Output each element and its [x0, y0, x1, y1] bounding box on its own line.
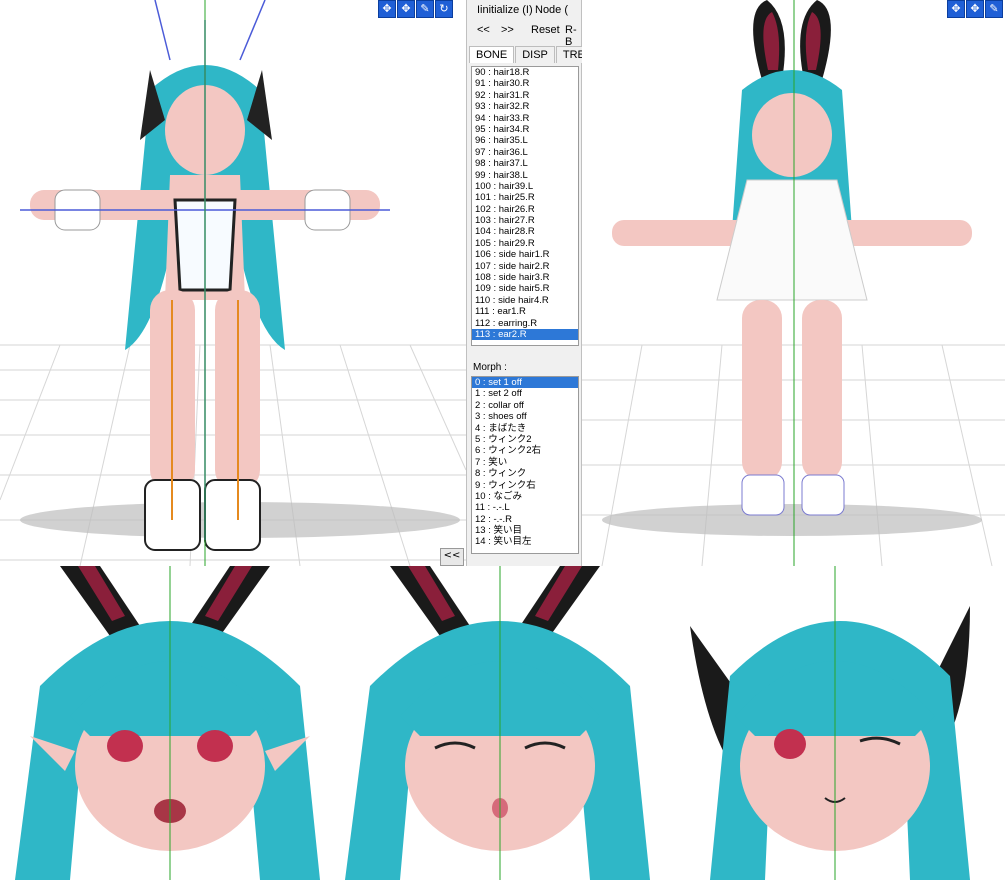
morph-list-item[interactable]: 1 : set 2 off: [472, 388, 578, 399]
move-icon[interactable]: ✥: [947, 0, 965, 18]
bone-list-item[interactable]: 100 : hair39.L: [472, 181, 578, 192]
face-closeup-open-mouth: [0, 566, 335, 880]
bone-list-item[interactable]: 110 : side hair4.R: [472, 295, 578, 306]
morph-list-item[interactable]: 4 : まばたき: [472, 423, 578, 434]
morph-list-item[interactable]: 9 : ウィンク右: [472, 480, 578, 491]
face-scene-1: [15, 566, 320, 880]
face-scene-2: [345, 566, 650, 880]
viewport-toolbar: ✥ ✥ ✎ ↻: [378, 0, 453, 18]
bone-list-item[interactable]: 94 : hair33.R: [472, 113, 578, 124]
bone-list-item[interactable]: 106 : side hair1.R: [472, 249, 578, 260]
move-icon[interactable]: ✥: [966, 0, 984, 18]
bone-list-item[interactable]: 103 : hair27.R: [472, 215, 578, 226]
morph-list-item[interactable]: 5 : ウィンク2: [472, 434, 578, 445]
tab-disp[interactable]: DISP: [515, 46, 555, 63]
morph-list-item[interactable]: 11 : -.-.L: [472, 502, 578, 513]
bone-list-item[interactable]: 91 : hair30.R: [472, 78, 578, 89]
face-closeup-smile: [670, 566, 1005, 880]
bone-list-item[interactable]: 95 : hair34.R: [472, 124, 578, 135]
collapse-button[interactable]: <<: [440, 548, 464, 566]
bone-list-item[interactable]: 111 : ear1.R: [472, 306, 578, 317]
morph-list-item[interactable]: 0 : set 1 off: [472, 377, 578, 389]
morph-list-item[interactable]: 8 : ウィンク: [472, 468, 578, 479]
bone-list-item[interactable]: 102 : hair26.R: [472, 204, 578, 215]
viewport-toolbar-right: ✥ ✥ ✎: [947, 0, 1003, 18]
morph-list-item[interactable]: 3 : shoes off: [472, 411, 578, 422]
bone-list-item[interactable]: 98 : hair37.L: [472, 158, 578, 169]
face-closeup-wink: [335, 566, 670, 880]
bone-list-item[interactable]: 99 : hair38.L: [472, 170, 578, 181]
morph-list-item[interactable]: 14 : 笑い目左: [472, 536, 578, 547]
scene-bones: [0, 0, 466, 566]
morph-list-item[interactable]: 10 : なごみ: [472, 491, 578, 502]
tab-bone[interactable]: BONE: [469, 46, 515, 63]
bone-list-item[interactable]: 107 : side hair2.R: [472, 261, 578, 272]
morph-list-item[interactable]: 12 : -.-.R: [472, 514, 578, 525]
bone-list-item[interactable]: 112 : earring.R: [472, 318, 578, 329]
bone-list-item[interactable]: 97 : hair36.L: [472, 147, 578, 158]
morph-label: Morph :: [473, 362, 507, 373]
viewport-bones[interactable]: ✥ ✥ ✎ ↻ <<: [0, 0, 466, 566]
scene-preview: [582, 0, 1005, 566]
viewport-preview[interactable]: ✥ ✥ ✎: [582, 0, 1005, 566]
face-scene-3: [690, 566, 970, 880]
morph-list-item[interactable]: 6 : ウィンク2右: [472, 445, 578, 456]
bone-list[interactable]: 90 : hair18.R 91 : hair30.R 92 : hair31.R 9…: [471, 66, 579, 346]
morph-list-item[interactable]: 7 : 笑い: [472, 457, 578, 468]
bone-list-item[interactable]: 96 : hair35.L: [472, 135, 578, 146]
next-button[interactable]: >>: [501, 24, 514, 36]
bone-list-item[interactable]: 109 : side hair5.R: [472, 283, 578, 294]
pen-icon[interactable]: ✎: [985, 0, 1003, 18]
bone-list-item[interactable]: 104 : hair28.R: [472, 226, 578, 237]
refresh-icon[interactable]: ↻: [435, 0, 453, 18]
bone-list-item[interactable]: 105 : hair29.R: [472, 238, 578, 249]
panel-tabs: BONE DISP TREE: [469, 46, 600, 63]
bone-morph-panel: Iinitialize (I) Node ( << >> Reset R-B B…: [466, 0, 600, 566]
bone-list-item[interactable]: 101 : hair25.R: [472, 192, 578, 203]
pen-icon[interactable]: ✎: [416, 0, 434, 18]
move-icon[interactable]: ✥: [397, 0, 415, 18]
morph-list-item[interactable]: 2 : collar off: [472, 400, 578, 411]
bone-list-item[interactable]: 108 : side hair3.R: [472, 272, 578, 283]
bone-list-item[interactable]: 113 : ear2.R: [472, 328, 578, 341]
initialize-menu[interactable]: Iinitialize (I): [477, 4, 533, 16]
reset-button[interactable]: Reset: [531, 24, 560, 36]
rb-button[interactable]: R-B: [565, 24, 581, 48]
morph-list-item[interactable]: 13 : 笑い目: [472, 525, 578, 536]
bone-list-item[interactable]: 92 : hair31.R: [472, 90, 578, 101]
prev-button[interactable]: <<: [477, 24, 490, 36]
bone-list-item[interactable]: 90 : hair18.R: [472, 67, 578, 78]
bone-list-item[interactable]: 93 : hair32.R: [472, 101, 578, 112]
move-icon[interactable]: ✥: [378, 0, 396, 18]
node-menu[interactable]: Node (: [535, 4, 568, 16]
morph-list[interactable]: 0 : set 1 off 1 : set 2 off 2 : collar off…: [471, 376, 579, 554]
